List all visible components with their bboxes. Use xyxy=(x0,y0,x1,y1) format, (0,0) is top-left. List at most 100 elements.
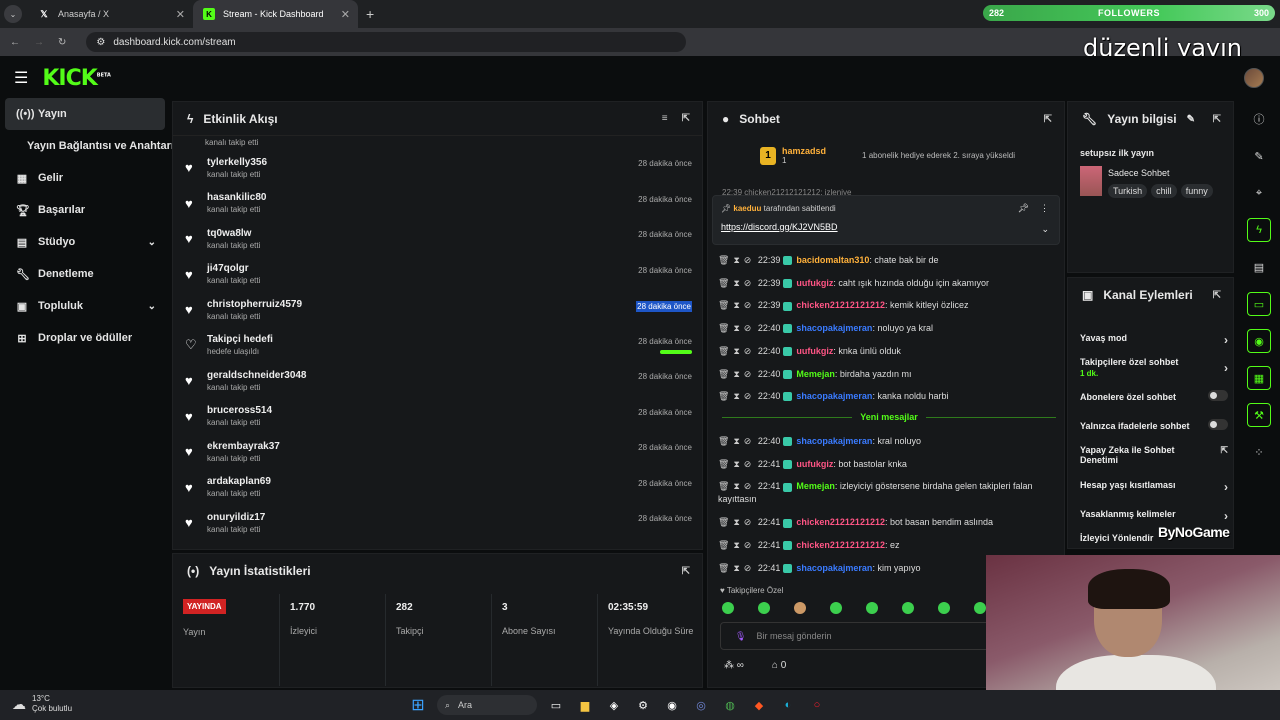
info-icon[interactable]: ⓘ xyxy=(1247,107,1271,131)
chat-username[interactable]: Memejan xyxy=(796,481,835,491)
trash-icon[interactable]: 🗑︎ xyxy=(718,540,729,550)
chat-message[interactable]: 🗑︎ ⧗ ⊘ 22:39 bacidomaltan310: chate bak bi… xyxy=(718,254,1058,267)
chat-message[interactable]: 🗑︎ ⧗ ⊘ 22:40 uufukgiz: knka ünlü olduk xyxy=(718,345,1058,358)
event-row[interactable]: ♥ hasankilic80 kanalı takip etti 28 daki… xyxy=(173,186,702,222)
chat-message[interactable]: 🗑︎ ⧗ ⊘ 22:40 shacopakajmeran: noluyo ya kr… xyxy=(718,322,1058,335)
ban-icon[interactable]: ⊘ xyxy=(744,436,752,446)
popout-icon[interactable]: ⇱ xyxy=(682,113,690,124)
chat-username[interactable]: chicken21212121212 xyxy=(796,540,885,550)
chrome-icon[interactable]: ◍ xyxy=(720,695,740,715)
ban-icon[interactable]: ⊘ xyxy=(744,459,752,469)
ban-icon[interactable]: ⊘ xyxy=(744,563,752,573)
timeout-icon[interactable]: ⧗ xyxy=(733,481,739,491)
event-row[interactable]: ♡ Takipçi hedefi hedefe ulaşıldı 28 daki… xyxy=(173,328,702,364)
sidebar-item-stream-key[interactable]: Yayın Bağlantısı ve Anahtarı xyxy=(0,130,174,162)
ban-icon[interactable]: ⊘ xyxy=(744,278,752,288)
category-name[interactable]: Sadece Sohbet xyxy=(1108,168,1170,178)
close-tab-icon[interactable]: ✕ xyxy=(176,8,185,21)
timeout-icon[interactable]: ⧗ xyxy=(733,517,739,527)
chat-message[interactable]: 🗑︎ ⧗ ⊘ 22:39 uufukgiz: caht ışık hızında o… xyxy=(718,277,1058,290)
sidebar-item-gelir[interactable]: ▦ Gelir xyxy=(0,162,170,194)
event-row[interactable]: ♥ bruceross514 kanalı takip etti 28 daki… xyxy=(173,399,702,435)
trash-icon[interactable]: 🗑︎ xyxy=(718,278,729,288)
chat-message[interactable]: 🗑︎ ⧗ ⊘ 22:41 Memejan: izleyiciyi göstersen… xyxy=(718,480,1058,506)
action-slow-mode[interactable]: Yavaş mod › xyxy=(1080,333,1228,347)
ban-icon[interactable]: ⊘ xyxy=(744,391,752,401)
chat-message[interactable]: 🗑︎ ⧗ ⊘ 22:41 chicken21212121212: bot basan… xyxy=(718,516,1058,529)
sidebar-item-basarilar[interactable]: 🏆︎ Başarılar xyxy=(0,194,170,226)
ban-icon[interactable]: ⊘ xyxy=(744,369,752,379)
timeout-icon[interactable]: ⧗ xyxy=(733,563,739,573)
pinned-message[interactable]: 📌︎ kaeduu tarafından sabitlendi https://… xyxy=(712,195,1060,245)
microphone-icon[interactable]: 🎙︎ xyxy=(735,631,746,642)
timeout-icon[interactable]: ⧗ xyxy=(733,300,739,310)
timeout-icon[interactable]: ⧗ xyxy=(733,459,739,469)
timeout-icon[interactable]: ⧗ xyxy=(733,255,739,265)
emote-icon[interactable] xyxy=(902,602,914,614)
more-icon[interactable]: ⋮ xyxy=(1040,203,1049,214)
subs-only-toggle[interactable] xyxy=(1208,390,1228,401)
trash-icon[interactable]: 🗑︎ xyxy=(718,517,729,527)
timeout-icon[interactable]: ⧗ xyxy=(733,391,739,401)
timeout-icon[interactable]: ⧗ xyxy=(733,540,739,550)
chat-username[interactable]: chicken21212121212 xyxy=(796,300,885,310)
tag[interactable]: Turkish xyxy=(1108,184,1148,198)
chevron-down-icon[interactable]: ⌄ xyxy=(1041,224,1049,235)
avatar[interactable] xyxy=(1244,68,1264,88)
popout-icon[interactable]: ⇱ xyxy=(1044,114,1052,125)
emotes-only-toggle[interactable] xyxy=(1208,419,1228,430)
timeout-icon[interactable]: ⧗ xyxy=(733,278,739,288)
popout-icon[interactable]: ⇱ xyxy=(1213,290,1221,301)
action-followers-only[interactable]: Takipçilere özel sohbet 1 dk. › xyxy=(1080,357,1228,378)
trash-icon[interactable]: 🗑︎ xyxy=(718,563,729,573)
chat-username[interactable]: shacopakajmeran xyxy=(796,436,872,446)
pinned-link[interactable]: https://discord.gg/KJ2VN5BD xyxy=(721,222,838,232)
emote-icon[interactable] xyxy=(830,602,842,614)
action-account-age[interactable]: Hesap yaşı kısıtlaması › xyxy=(1080,480,1228,494)
ban-icon[interactable]: ⊘ xyxy=(744,481,752,491)
ban-icon[interactable]: ⊘ xyxy=(744,517,752,527)
trash-icon[interactable]: 🗑︎ xyxy=(718,459,729,469)
emote-icon[interactable] xyxy=(758,602,770,614)
filter-icon[interactable]: ≡ xyxy=(662,113,668,124)
back-icon[interactable]: ← xyxy=(10,37,20,48)
event-row[interactable]: ♥ tq0wa8lw kanalı takip etti 28 dakika ö… xyxy=(173,221,702,257)
taskbar-search[interactable]: ⌕ Ara xyxy=(437,695,537,715)
chat-username[interactable]: shacopakajmeran xyxy=(796,563,872,573)
discord-icon[interactable]: ◎ xyxy=(691,695,711,715)
chat-username[interactable]: chicken21212121212 xyxy=(796,517,885,527)
document-icon[interactable]: ▤ xyxy=(1247,255,1271,279)
emote-icon[interactable] xyxy=(974,602,986,614)
trash-icon[interactable]: 🗑︎ xyxy=(718,436,729,446)
trash-icon[interactable]: 🗑︎ xyxy=(718,346,729,356)
capture-icon[interactable]: ⌖ xyxy=(1247,181,1271,205)
chat-username[interactable]: bacidomaltan310 xyxy=(796,255,869,265)
event-row[interactable]: ♥ ji47qolgr kanalı takip etti 28 dakika … xyxy=(173,257,702,293)
event-row[interactable]: ♥ ekrembayrak37 kanalı takip etti 28 dak… xyxy=(173,434,702,470)
ban-icon[interactable]: ⊘ xyxy=(744,540,752,550)
opera-icon[interactable]: ○ xyxy=(807,695,827,715)
trash-icon[interactable]: 🗑︎ xyxy=(718,391,729,401)
folder-icon[interactable]: ▆ xyxy=(575,695,595,715)
site-info-icon[interactable]: ⚙ xyxy=(96,37,105,48)
popout-icon[interactable]: ⇱ xyxy=(682,566,690,577)
trash-icon[interactable]: 🗑︎ xyxy=(718,300,729,310)
timeout-icon[interactable]: ⧗ xyxy=(733,369,739,379)
trash-icon[interactable]: 🗑︎ xyxy=(718,323,729,333)
new-tab-button[interactable]: + xyxy=(366,6,374,22)
chat-message[interactable]: 🗑︎ ⧗ ⊘ 22:40 shacopakajmeran: kanka noldu … xyxy=(718,390,1058,403)
sidebar-item-topluluk[interactable]: ▣ Topluluk ⌄ xyxy=(0,290,170,322)
reload-icon[interactable]: ↻ xyxy=(58,37,66,48)
close-tab-icon[interactable]: ✕ xyxy=(341,8,350,21)
emote-icon[interactable] xyxy=(866,602,878,614)
steam-icon[interactable]: ◈ xyxy=(604,695,624,715)
store-icon[interactable]: ⌂ 0 xyxy=(772,660,786,671)
event-row[interactable]: ♥ tylerkelly356 kanalı takip etti 28 dak… xyxy=(173,150,702,186)
ban-icon[interactable]: ⊘ xyxy=(744,255,752,265)
brave-icon[interactable]: ◆ xyxy=(749,695,769,715)
chat-message[interactable]: 🗑︎ ⧗ ⊘ 22:39 chicken21212121212: kemik kit… xyxy=(718,299,1058,312)
task-view-icon[interactable]: ▭ xyxy=(546,695,566,715)
unpin-icon[interactable]: 📌︎ xyxy=(1018,203,1029,214)
broadcast-icon[interactable]: ◉ xyxy=(1247,329,1271,353)
windows-start-icon[interactable]: ⊞ xyxy=(408,695,428,715)
